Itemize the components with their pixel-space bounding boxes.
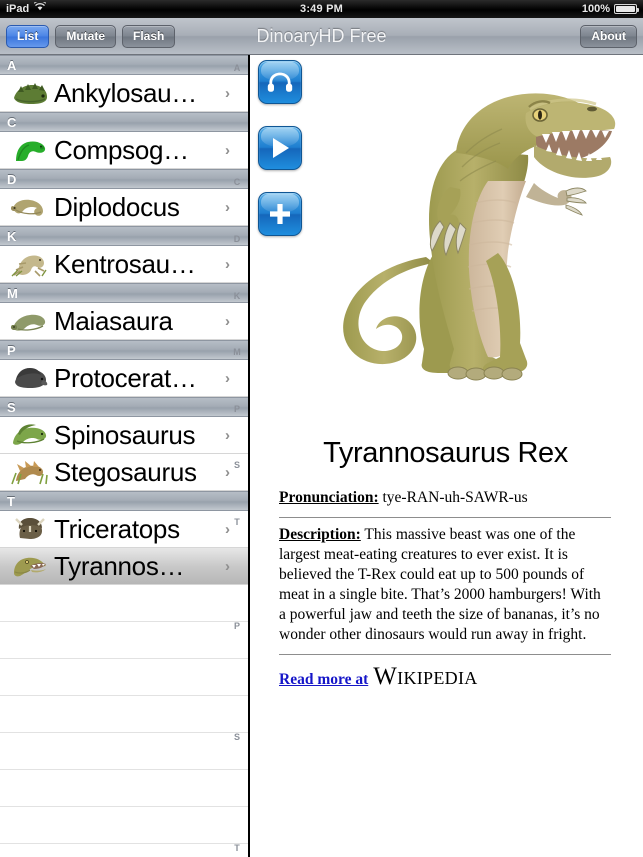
kentrosaurus-thumb [8,249,52,279]
audio-button[interactable] [258,60,302,104]
status-bar: iPad 3:49 PM 100% [0,0,643,18]
index-letter-c[interactable]: C [230,177,244,187]
list-item[interactable]: Protocerat… › [0,360,248,397]
status-bar-right: 100% [581,3,639,15]
index-letter-a[interactable]: A [230,63,244,73]
section-header-a: A [0,55,248,75]
section-index-strip[interactable]: A C D K M P S T P S T [228,55,248,857]
battery-percent-label: 100% [581,3,610,15]
stegosaurus-thumb [8,457,52,487]
section-header-t: T [0,491,248,511]
section-header-p: P [0,340,248,360]
section-header-m: M [0,283,248,303]
about-button[interactable]: About [580,24,637,48]
list-item[interactable]: Kentrosau… › [0,246,248,283]
tab-mutate[interactable]: Mutate [55,24,117,48]
list-item-label: Triceratops [54,513,180,544]
action-button-rail [258,60,302,236]
section-header-c: C [0,112,248,132]
wikipedia-wordmark: Wikipedia [373,663,478,690]
empty-list-row [0,585,248,622]
list-item-label: Diplodocus [54,191,180,222]
empty-list-row [0,659,248,696]
app-toolbar: List Mutate Flash DinoaryHD Free About [0,18,643,55]
tab-flash[interactable]: Flash [122,24,176,48]
list-item[interactable]: Compsog… › [0,132,248,169]
list-item-label: Protocerat… [54,362,197,393]
section-header-k: K [0,226,248,246]
empty-list-row [0,770,248,807]
maiasaura-thumb [8,306,52,336]
pronunciation-line: Pronunciation: tye-RAN-uh-SAWR-us [279,488,611,508]
index-letter-s[interactable]: S [230,460,244,470]
pronunciation-value: tye-RAN-uh-SAWR-us [382,489,528,506]
read-more-link[interactable]: Read more at [279,670,368,690]
divider-top [279,517,611,518]
toolbar-right-group: About [580,24,637,48]
play-icon [273,138,289,158]
headphones-icon [267,72,293,92]
index-letter-p[interactable]: P [230,404,244,414]
list-item-label: Maiasaura [54,305,173,336]
description-label: Description: [279,526,361,543]
dinosaur-list-sidebar[interactable]: A Ankylosau… › C Compsog… › D Diplodocus › K Kentr… [0,55,250,857]
list-item[interactable]: Maiasaura › [0,303,248,340]
empty-list-row [0,807,248,844]
empty-list-row [0,622,248,659]
index-letter-m[interactable]: M [230,347,244,357]
plus-icon [270,204,290,224]
status-bar-clock: 3:49 PM [300,3,343,15]
list-item-label: Kentrosau… [54,248,196,279]
ankylosaurus-thumb [8,78,52,108]
index-letter-k[interactable]: K [230,291,244,301]
list-item[interactable]: Tyrannos… › [0,548,248,585]
description-line: Description: This massive beast was one … [279,525,611,645]
spinosaurus-thumb [8,420,52,450]
pronunciation-label: Pronunciation: [279,489,379,506]
list-item-label: Compsog… [54,134,189,165]
toolbar-mode-buttons: List Mutate Flash [6,24,176,48]
divider-bottom [279,654,611,655]
list-item[interactable]: Stegosaurus › [0,454,248,491]
index-letter-t[interactable]: T [230,843,244,853]
tyrannosaurus-thumb [8,551,52,581]
index-letter-s[interactable]: S [230,732,244,742]
empty-list-row [0,696,248,733]
compsognathus-thumb [8,135,52,165]
wikipedia-row: Read more at Wikipedia [279,664,611,690]
dinosaur-detail-pane: Tyrannosaurus Rex Pronunciation: tye-RAN… [250,55,641,857]
protoceratops-thumb [8,363,52,393]
index-letter-d[interactable]: D [230,234,244,244]
list-item[interactable]: Ankylosau… › [0,75,248,112]
empty-list-row [0,733,248,770]
list-item-label: Ankylosau… [54,77,197,108]
split-view: A Ankylosau… › C Compsog… › D Diplodocus › K Kentr… [0,55,643,857]
battery-full-icon [614,4,639,14]
list-item[interactable]: Triceratops › [0,511,248,548]
triceratops-thumb [8,514,52,544]
list-item-label: Tyrannos… [54,550,185,581]
section-header-s: S [0,397,248,417]
section-header-d: D [0,169,248,189]
index-letter-t[interactable]: T [230,517,244,527]
dinosaur-title: Tyrannosaurus Rex [323,437,568,469]
dinosaur-list: A Ankylosau… › C Compsog… › D Diplodocus › K Kentr… [0,55,248,844]
list-item-label: Stegosaurus [54,456,197,487]
list-item[interactable]: Diplodocus › [0,189,248,226]
list-item[interactable]: Spinosaurus › [0,417,248,454]
diplodocus-thumb [8,192,52,222]
tyrannosaurus-rex-illustration [330,57,630,387]
dinosaur-info-block: Pronunciation: tye-RAN-uh-SAWR-us Descri… [279,488,611,690]
tab-list[interactable]: List [6,24,50,48]
list-item-label: Spinosaurus [54,419,196,450]
play-button[interactable] [258,126,302,170]
index-letter-p[interactable]: P [230,621,244,631]
description-value: This massive beast was one of the larges… [279,526,601,643]
add-button[interactable] [258,192,302,236]
